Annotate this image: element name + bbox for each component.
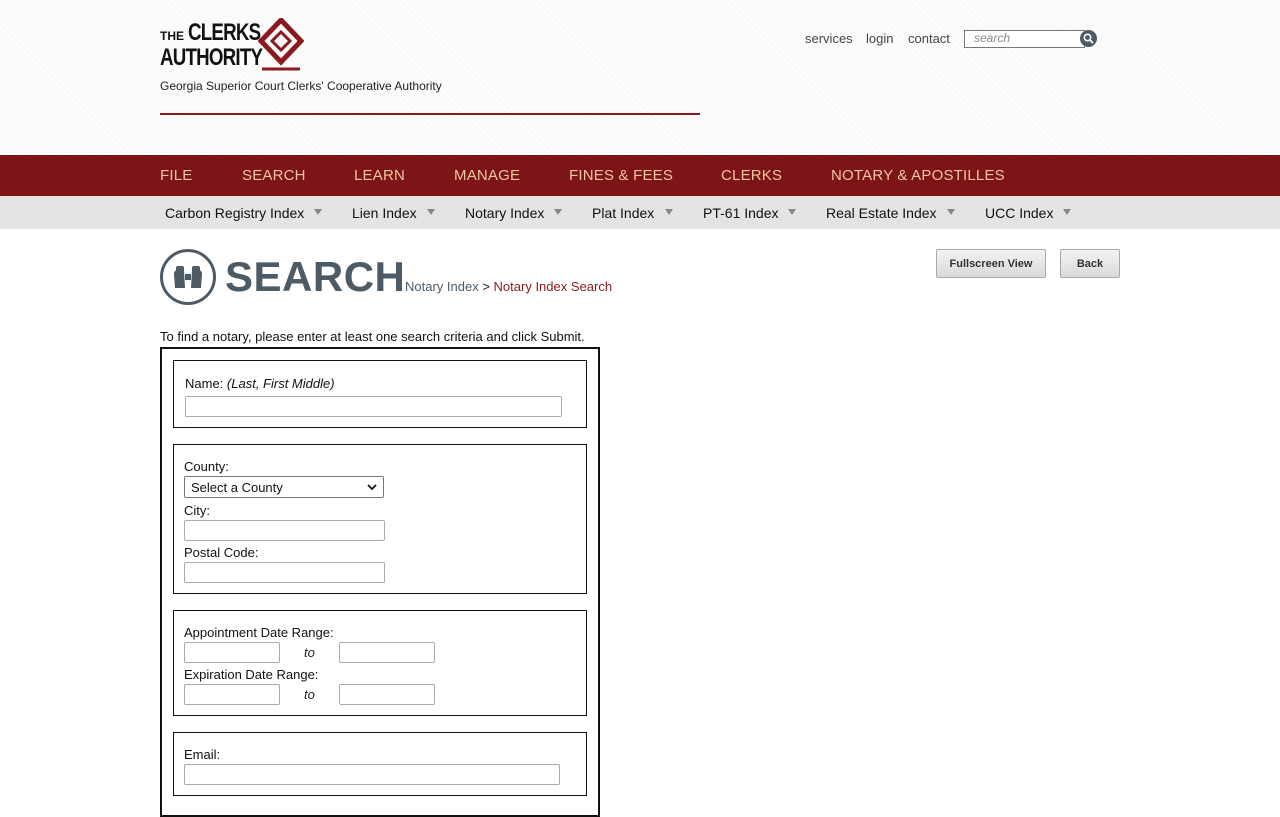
appointment-date-to-input[interactable] <box>339 642 435 663</box>
postal-code-label: Postal Code: <box>184 545 259 560</box>
breadcrumb: Notary Index > Notary Index Search <box>405 279 612 294</box>
county-select[interactable]: Select a County <box>184 476 384 498</box>
logo-clerks: CLERKS <box>188 19 261 46</box>
sub-nav-plat-index[interactable]: Plat Index <box>592 205 654 221</box>
site-logo[interactable]: THE CLERKS AUTHORITY <box>160 18 310 74</box>
site-search-input[interactable]: search <box>964 30 1085 48</box>
chevron-down-icon[interactable] <box>788 209 796 215</box>
county-select-value: Select a County <box>191 480 283 495</box>
sub-nav-ucc-index[interactable]: UCC Index <box>985 205 1053 221</box>
main-nav-clerks[interactable]: CLERKS <box>721 167 782 184</box>
logo-the: THE <box>160 29 184 43</box>
chevron-down-icon[interactable] <box>427 209 435 215</box>
sub-nav-real-estate-index[interactable]: Real Estate Index <box>826 205 937 221</box>
city-label: City: <box>184 503 210 518</box>
name-hint: (Last, First Middle) <box>226 376 335 391</box>
sub-nav-pt61-index[interactable]: PT-61 Index <box>703 205 779 221</box>
chevron-down-icon[interactable] <box>947 209 955 215</box>
expiration-to-label: to <box>304 687 315 702</box>
main-nav: FILE SEARCH LEARN MANAGE FINES & FEES CL… <box>0 155 1280 196</box>
name-fieldset: Name: (Last, First Middle) <box>173 360 587 428</box>
main-nav-manage[interactable]: MANAGE <box>454 167 520 184</box>
breadcrumb-current: Notary Index Search <box>493 279 613 294</box>
chevron-down-icon <box>367 484 377 491</box>
appointment-date-from-input[interactable] <box>184 642 280 663</box>
expiration-date-label: Expiration Date Range: <box>184 667 319 682</box>
county-label: County: <box>184 459 229 474</box>
breadcrumb-notary-index[interactable]: Notary Index <box>405 279 479 294</box>
main-nav-file[interactable]: FILE <box>160 167 192 184</box>
chevron-down-icon[interactable] <box>665 209 673 215</box>
site-tagline: Georgia Superior Court Clerks' Cooperati… <box>160 79 442 93</box>
main-nav-fines-fees[interactable]: FINES & FEES <box>569 167 673 184</box>
city-input[interactable] <box>184 520 385 541</box>
sub-nav-notary-index[interactable]: Notary Index <box>465 205 544 221</box>
chevron-down-icon[interactable] <box>314 209 322 215</box>
services-link[interactable]: services <box>805 31 853 46</box>
contact-link[interactable]: contact <box>908 31 950 46</box>
search-icon[interactable] <box>1080 30 1097 47</box>
sub-nav-carbon-registry[interactable]: Carbon Registry Index <box>165 205 304 221</box>
header-divider <box>160 113 700 115</box>
name-label: Name: (Last, First Middle) <box>185 376 335 391</box>
sub-nav: Carbon Registry Index Lien Index Notary … <box>0 196 1280 229</box>
postal-code-input[interactable] <box>184 562 385 583</box>
chevron-down-icon[interactable] <box>1063 209 1071 215</box>
logo-diamond-icon <box>258 18 304 71</box>
expiration-date-from-input[interactable] <box>184 684 280 705</box>
logo-authority: AUTHORITY <box>160 44 263 71</box>
chevron-down-icon[interactable] <box>554 209 562 215</box>
login-link[interactable]: login <box>866 31 893 46</box>
email-label: Email: <box>184 747 221 762</box>
search-instructions: To find a notary, please enter at least … <box>160 329 585 344</box>
email-input[interactable] <box>184 764 560 785</box>
name-input[interactable] <box>185 396 562 417</box>
site-header: THE CLERKS AUTHORITY Georgia Superior Co… <box>0 0 1280 155</box>
page-title: SEARCH <box>225 253 406 300</box>
appointment-date-label: Appointment Date Range: <box>184 625 334 640</box>
back-button[interactable]: Back <box>1060 249 1120 278</box>
breadcrumb-separator: > <box>482 279 490 294</box>
email-fieldset: Email: <box>173 732 587 796</box>
main-nav-search[interactable]: SEARCH <box>242 167 306 184</box>
main-nav-notary-apostilles[interactable]: NOTARY & APOSTILLES <box>831 167 1005 184</box>
appointment-to-label: to <box>304 645 315 660</box>
sub-nav-lien-index[interactable]: Lien Index <box>352 205 417 221</box>
binoculars-icon <box>160 249 216 305</box>
expiration-date-to-input[interactable] <box>339 684 435 705</box>
location-fieldset: County: Select a County City: Postal Cod… <box>173 444 587 594</box>
main-nav-learn[interactable]: LEARN <box>354 167 405 184</box>
date-range-fieldset: Appointment Date Range: to Expiration Da… <box>173 610 587 716</box>
fullscreen-view-button[interactable]: Fullscreen View <box>936 249 1046 278</box>
